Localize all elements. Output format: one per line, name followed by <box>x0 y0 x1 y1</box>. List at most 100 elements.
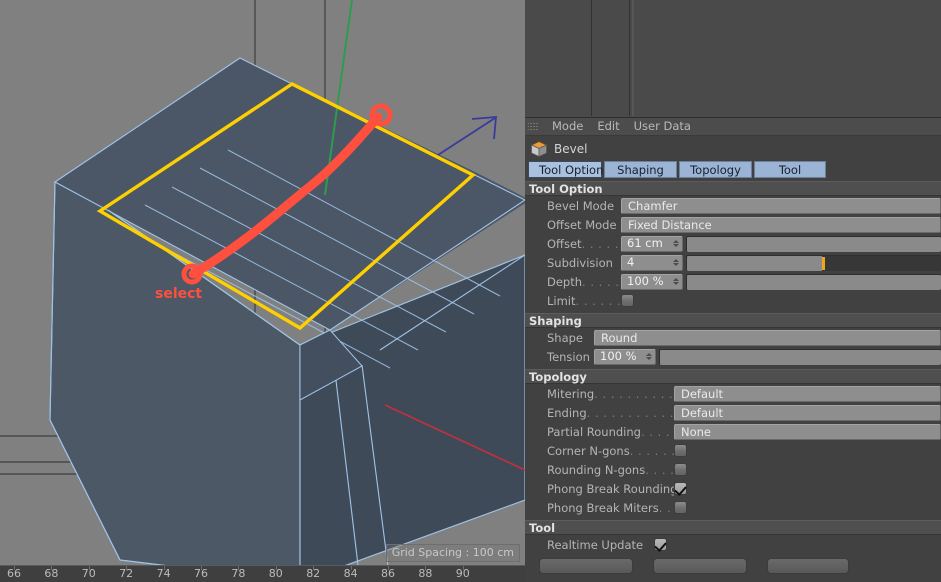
label-ending-text: Ending <box>547 405 587 420</box>
slider-subdivision-knob[interactable] <box>821 256 825 270</box>
dropdown-bevel-mode[interactable]: Chamfer <box>621 197 941 214</box>
input-tension-value[interactable]: 100 % <box>600 349 637 364</box>
row-phong-break-miters: Phong Break Miters. . <box>525 498 941 517</box>
row-tension: Tension 100 % <box>525 347 941 366</box>
label-depth-dots: . . . . . <box>582 274 620 289</box>
application-window: select Grid Spacing : 100 cm 66 68 70 72 74 7… <box>0 0 941 582</box>
label-phong-break-rounding-text: Phong Break Rounding <box>547 481 674 496</box>
bottom-button-1[interactable] <box>539 558 633 574</box>
row-mitering: Mitering. . . . . . . . . . . . Default <box>525 384 941 403</box>
label-subdivision: Subdivision <box>547 255 613 270</box>
row-subdivision: Subdivision 4 <box>525 253 941 272</box>
dropdown-offset-mode[interactable]: Fixed Distance <box>621 216 941 233</box>
input-depth-value[interactable]: 100 % <box>627 274 664 289</box>
ruler-tick-label: 74 <box>156 567 171 580</box>
row-ending: Ending. . . . . . . . . . . . . Default <box>525 403 941 422</box>
dropdown-mitering[interactable]: Default <box>674 385 941 402</box>
ruler-tick-label: 78 <box>231 567 246 580</box>
label-realtime-update: Realtime Update <box>547 537 644 552</box>
dropdown-shape[interactable]: Round <box>594 329 941 346</box>
label-phong-break-miters: Phong Break Miters. . <box>529 501 674 515</box>
object-header: Bevel <box>525 136 941 161</box>
row-offset-mode: Offset Mode Fixed Distance <box>525 215 941 234</box>
bevel-tool-icon <box>530 140 548 157</box>
tab-tool-option[interactable]: Tool Option <box>528 161 603 178</box>
input-subdivision-value[interactable]: 4 <box>627 255 634 270</box>
label-mitering-text: Mitering <box>547 386 595 401</box>
slider-tension-fill <box>660 349 941 365</box>
tab-topology[interactable]: Topology <box>679 161 752 178</box>
ruler-tick-label: 82 <box>306 567 321 580</box>
menu-edit[interactable]: Edit <box>590 118 626 135</box>
attribute-tabs: Tool Option Shaping Topology Tool <box>525 161 941 178</box>
menu-mode[interactable]: Mode <box>545 118 590 135</box>
slider-depth[interactable] <box>686 273 941 290</box>
label-rounding-ngons: Rounding N-gons. . . . <box>529 463 674 477</box>
dropdown-partial-rounding[interactable]: None <box>674 423 941 440</box>
input-offset: 61 cm <box>621 235 683 252</box>
row-partial-rounding: Partial Rounding. . . . . None <box>525 422 941 441</box>
checkbox-corner-ngons[interactable] <box>674 444 687 457</box>
label-offset-mode: Offset Mode <box>547 217 617 232</box>
checkbox-realtime-update[interactable] <box>654 538 667 551</box>
right-panel: Mode Edit User Data Bevel Tool Option Sh… <box>525 0 941 582</box>
label-bevel-mode: Bevel Mode <box>547 198 615 213</box>
upper-empty-panels <box>525 0 941 118</box>
section-header-tool-option[interactable]: Tool Option <box>525 181 941 196</box>
checkbox-rounding-ngons[interactable] <box>674 463 687 476</box>
label-mitering: Mitering. . . . . . . . . . . . <box>529 387 674 401</box>
checkbox-phong-break-miters[interactable] <box>674 501 687 514</box>
ruler-tick-label: 72 <box>119 567 134 580</box>
section-header-topology[interactable]: Topology <box>525 369 941 384</box>
row-limit: Limit. . . . . . <box>525 291 941 310</box>
offset-stepper[interactable] <box>670 237 681 251</box>
slider-tension[interactable] <box>659 348 941 365</box>
label-limit: Limit. . . . . . <box>529 294 621 308</box>
label-partial-rounding-text: Partial Rounding <box>547 424 641 439</box>
section-header-tool[interactable]: Tool <box>525 520 941 535</box>
row-realtime-update: Realtime Update <box>525 535 941 554</box>
slider-subdivision-fill <box>687 255 822 271</box>
depth-stepper[interactable] <box>670 275 681 289</box>
row-offset: Offset. . . . . 61 cm <box>525 234 941 253</box>
row-bevel-mode: Bevel Mode Chamfer <box>525 196 941 215</box>
subdivision-stepper[interactable] <box>670 256 681 270</box>
ruler-tick-label: 84 <box>343 567 358 580</box>
tab-tool[interactable]: Tool <box>754 161 826 178</box>
viewport-ruler: 66 68 70 72 74 76 78 80 82 84 86 88 90 <box>0 565 525 582</box>
tension-stepper[interactable] <box>643 350 654 364</box>
input-subdivision: 4 <box>621 254 683 271</box>
slider-offset-fill <box>687 236 941 252</box>
slider-depth-fill <box>687 274 941 290</box>
slider-subdivision[interactable] <box>686 254 941 271</box>
label-ending: Ending. . . . . . . . . . . . . <box>529 406 674 420</box>
label-depth: Depth. . . . . <box>529 275 621 289</box>
menu-user-data[interactable]: User Data <box>627 118 698 135</box>
input-offset-value[interactable]: 61 cm <box>627 236 663 251</box>
section-header-shaping[interactable]: Shaping <box>525 313 941 328</box>
ruler-tick-label: 90 <box>455 567 470 580</box>
checkbox-phong-break-rounding[interactable] <box>674 482 687 495</box>
label-partial-rounding: Partial Rounding. . . . . <box>529 425 674 439</box>
row-rounding-ngons: Rounding N-gons. . . . <box>525 460 941 479</box>
ruler-tick-label: 88 <box>418 567 433 580</box>
label-shape: Shape <box>547 330 584 345</box>
slider-offset[interactable] <box>686 235 941 252</box>
label-corner-ngons: Corner N-gons. . . . . . . <box>529 444 674 458</box>
input-depth: 100 % <box>621 273 683 290</box>
panel-divider-2 <box>629 0 630 116</box>
grip-icon[interactable] <box>528 121 539 132</box>
bottom-button-3[interactable] <box>767 558 849 574</box>
row-shape: Shape Round <box>525 328 941 347</box>
row-corner-ngons: Corner N-gons. . . . . . . <box>525 441 941 460</box>
bottom-button-2[interactable] <box>653 558 747 574</box>
viewport-3d[interactable]: select Grid Spacing : 100 cm 66 68 70 72 74 7… <box>0 0 525 582</box>
dropdown-ending[interactable]: Default <box>674 404 941 421</box>
label-ending-dots: . . . . . . . . . . . . . <box>586 405 674 420</box>
attribute-manager: Mode Edit User Data Bevel Tool Option Sh… <box>525 118 941 582</box>
checkbox-limit[interactable] <box>621 294 634 307</box>
ruler-tick-label: 66 <box>7 567 21 580</box>
tab-shaping[interactable]: Shaping <box>604 161 677 178</box>
label-offset-text: Offset <box>547 236 582 251</box>
annotation-label: select <box>155 286 203 302</box>
